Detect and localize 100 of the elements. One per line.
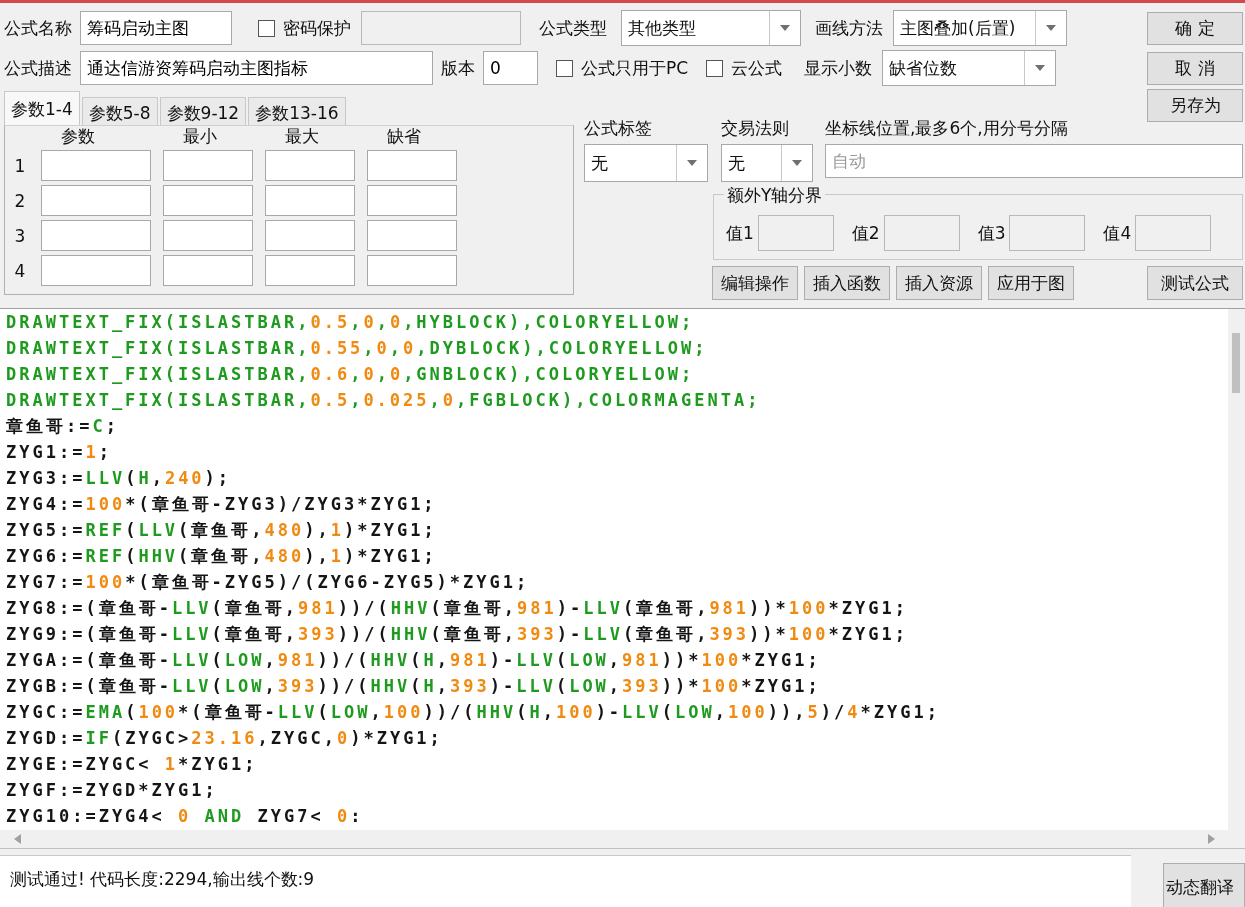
code-line: DRAWTEXT_FIX(ISLASTBAR,0.5,0,0,HYBLOCK),COLORYELLOW; [6,311,695,334]
code-line: ZYG6:=REF(HHV(章鱼哥,480),1)*ZYG1; [6,545,437,568]
field-label: 版本 [441,56,475,80]
param-field[interactable] [163,185,253,216]
button[interactable]: 插入函数 [804,266,890,300]
checkbox-label[interactable]: 密码保护 [283,16,351,40]
field-label: 值2 [851,221,880,245]
param-field[interactable] [41,220,151,251]
code-line: ZYGF:=ZYGD*ZYG1; [6,779,218,802]
caret-icon [780,25,790,31]
code-line: ZYG8:=(章鱼哥-LLV(章鱼哥,981))/(HHV(章鱼哥,981)-LLV(章鱼哥,981))*100*ZYG1; [6,597,908,620]
column-header: 最小 [182,126,218,146]
caret-icon [1046,25,1056,31]
code-editor[interactable] [0,308,1245,849]
group-title: 额外Y轴分界 [724,184,826,207]
field-label: 公式名称 [4,16,72,40]
param-field[interactable] [367,220,457,251]
param-field[interactable] [367,185,457,216]
scrollbar-thumb[interactable] [1232,333,1240,393]
caret-icon [1035,65,1046,71]
row-number: 4 [13,260,27,281]
axis-field[interactable]: 自动 [825,144,1243,178]
dropdown[interactable]: 主图叠加(后置) [893,10,1067,46]
field-label: 值4 [1103,221,1132,245]
horizontal-scrollbar[interactable] [0,830,1245,849]
field-label: 值3 [977,221,1006,245]
value-field[interactable] [757,215,834,251]
checkbox-label[interactable]: 云公式 [731,56,783,80]
description-field[interactable]: 通达信游资筹码启动主图指标 [80,51,433,85]
code-line: DRAWTEXT_FIX(ISLASTBAR,0.6,0,0,GNBLOCK),COLORYELLOW; [6,363,695,386]
code-line: ZYG7:=100*(章鱼哥-ZYG5)/(ZYG6-ZYG5)*ZYG1; [6,571,530,594]
dropdown[interactable]: 缺省位数 [882,50,1057,86]
code-line: ZYG5:=REF(LLV(章鱼哥,480),1)*ZYG1; [6,519,437,542]
param-field[interactable] [41,150,151,181]
row-number: 2 [13,190,27,211]
right-arrow-icon[interactable] [1207,834,1215,844]
param-field[interactable] [41,255,151,286]
button[interactable]: 编辑操作 [712,266,798,300]
code-line: DRAWTEXT_FIX(ISLASTBAR,0.5,0.025,0,FGBLOCK),COLORMAGENTA; [6,389,761,412]
button[interactable]: 插入资源 [896,266,982,300]
value-field[interactable] [1009,215,1086,251]
button[interactable]: 确 定 [1147,11,1243,45]
button[interactable]: 另存为 [1147,89,1243,122]
field-label: 交易法则 [721,116,790,140]
button[interactable]: 取 消 [1147,51,1243,85]
left-arrow-icon[interactable] [14,834,22,844]
param-field[interactable] [367,150,457,181]
code-line: ZYG4:=100*(章鱼哥-ZYG3)/ZYG3*ZYG1; [6,493,437,516]
code-line: ZYG3:=LLV(H,240); [6,467,232,490]
version-field[interactable]: 0 [483,51,538,85]
code-line: ZYGB:=(章鱼哥-LLV(LOW,393))/(HHV(H,393)-LLV(LOW,393))*100*ZYG1; [6,675,821,698]
dropdown[interactable]: 无 [721,144,813,182]
checkbox[interactable] [258,19,275,37]
code-line: 章鱼哥:=C; [6,415,119,438]
button[interactable]: 应用于图 [988,266,1074,300]
row-number: 1 [13,155,27,176]
code-line: ZYG9:=(章鱼哥-LLV(章鱼哥,393))/(HHV(章鱼哥,393)-LLV(章鱼哥,393))*100*ZYG1; [6,623,908,646]
param-field[interactable] [265,220,355,251]
code-line: ZYGA:=(章鱼哥-LLV(LOW,981))/(HHV(H,981)-LLV(LOW,981))*100*ZYG1; [6,649,821,672]
column-header: 缺省 [386,126,422,146]
field-label: 公式标签 [584,116,653,140]
status-message: 测试通过! 代码长度:2294,输出线个数:9 [10,869,315,889]
param-field[interactable] [265,185,355,216]
dropdown[interactable]: 其他类型 [621,10,801,46]
vertical-scrollbar[interactable] [1228,309,1245,830]
field-label: 显示小数 [804,56,873,80]
tab[interactable]: 参数13-16 [248,97,346,125]
code-line: ZYGD:=IF(ZYGC>23.16,ZYGC,0)*ZYG1; [6,727,443,750]
field-label: 值1 [726,221,754,245]
row-number: 3 [13,225,27,246]
code-line: ZYGC:=EMA(100*(章鱼哥-LLV(LOW,100))/(HHV(H,100)-LLV(LOW,100)),5)/4*ZYG1; [6,701,940,724]
param-field[interactable] [367,255,457,286]
value-field[interactable] [1135,215,1212,251]
field-label: 公式类型 [539,16,607,40]
value-field[interactable] [883,215,960,251]
checkbox-label[interactable]: 公式只用于PC [581,56,689,80]
checkbox[interactable] [556,59,573,77]
code-line: ZYG10:=ZYG4< 0 AND ZYG7< 0: [6,805,364,828]
checkbox[interactable] [706,59,724,77]
field-label: 坐标线位置,最多6个,用分号分隔 [825,116,1068,140]
dropdown[interactable]: 无 [584,144,708,182]
tab[interactable]: 参数9-12 [159,97,247,125]
code-line: ZYGE:=ZYGC< 1*ZYG1; [6,753,258,776]
param-field[interactable] [41,185,151,216]
name-field[interactable]: 筹码启动主图 [80,11,232,45]
param-field[interactable] [163,150,253,181]
column-header: 最大 [284,126,320,146]
button[interactable]: 动态翻译 [1163,863,1245,907]
field-label: 画线方法 [815,16,883,40]
caret-icon [792,160,802,166]
param-field[interactable] [163,220,253,251]
param-field[interactable] [265,255,355,286]
tab[interactable]: 参数5-8 [81,97,158,125]
param-field[interactable] [163,255,253,286]
tab[interactable]: 参数1-4 [4,91,80,125]
caret-icon [687,160,697,166]
button[interactable]: 测试公式 [1147,266,1243,300]
code-line: ZYG1:=1; [6,441,112,464]
code-line: DRAWTEXT_FIX(ISLASTBAR,0.55,0,0,DYBLOCK),COLORYELLOW; [6,337,708,360]
param-field[interactable] [265,150,355,181]
